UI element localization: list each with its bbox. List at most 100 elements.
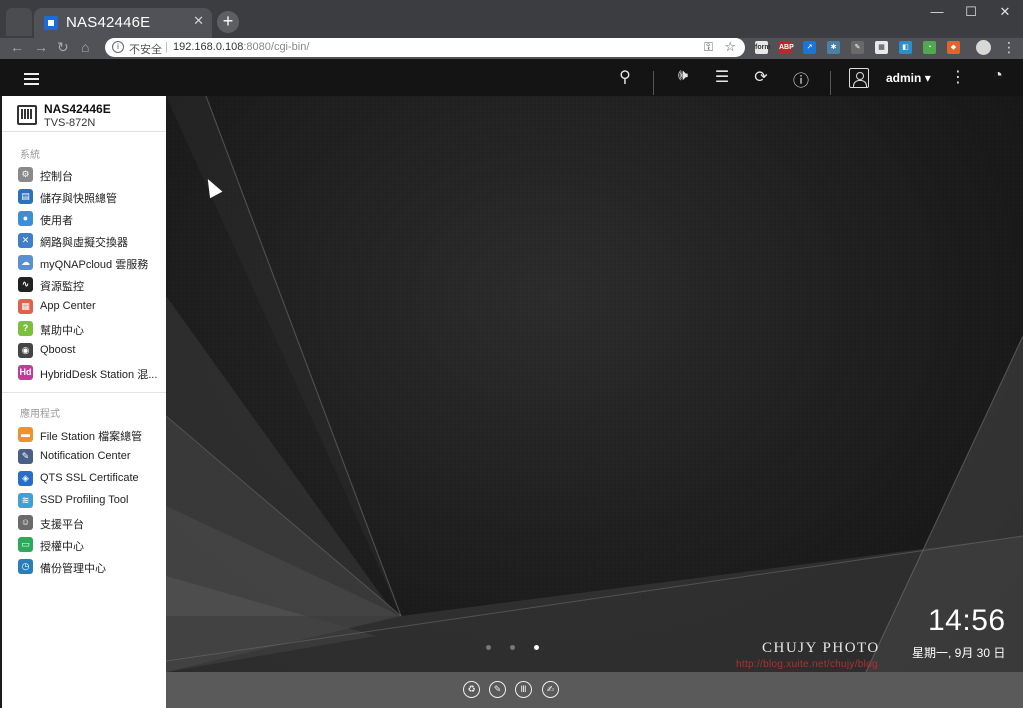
sidebar-item[interactable]: ✕ 網路與虛擬交換器 [18, 231, 164, 251]
help-icon: ? [18, 321, 33, 336]
nas-name: NAS42446E [44, 102, 111, 116]
page-dot[interactable] [510, 645, 515, 650]
sync-icon[interactable]: ⟳ [751, 67, 771, 87]
browser-tab[interactable]: NAS42446E ✕ [34, 8, 212, 38]
shield-ext-icon[interactable]: ◆ [947, 41, 960, 54]
address-bar[interactable]: i 不安全 | 192.168.0.108:8080/cgi-bin/ ⚿ ☆ [105, 38, 745, 57]
sidebar-item-label: SSD Profiling Tool [40, 494, 129, 506]
gear-icon: ⚙ [18, 167, 33, 182]
bug-ext-icon[interactable]: ✱ [827, 41, 840, 54]
sidebar-item-label: HybridDesk Station 混... [40, 369, 158, 381]
site-info-icon[interactable]: i [112, 41, 124, 53]
backup-icon: ◷ [18, 559, 33, 574]
sidebar-item[interactable]: ≋ SSD Profiling Tool [18, 491, 164, 511]
username: admin [886, 71, 922, 85]
nas-model: TVS-872N [44, 117, 96, 129]
license-icon: ▭ [18, 537, 33, 552]
topbar-divider [653, 71, 654, 95]
reload-icon[interactable]: ↻ [57, 39, 69, 56]
desktop-bottom-bar: ♻ ✎ Ⅲ ✍ [166, 672, 1023, 708]
sidebar-item[interactable]: ⚙ 控制台 [18, 165, 164, 185]
bookmark-star-icon[interactable]: ☆ [724, 39, 736, 55]
window-close-button[interactable]: ✕ [990, 4, 1020, 20]
info-icon[interactable]: ⓘ [791, 67, 811, 91]
dashboard-icon[interactable]: ◔ [988, 67, 1008, 85]
sidebar-item[interactable]: ? 幫助中心 [18, 319, 164, 339]
sidebar-item-label: 資源監控 [40, 281, 84, 293]
recycle-icon[interactable]: ♻ [463, 681, 480, 698]
sidebar-item[interactable]: ☁ myQNAPcloud 雲服務 [18, 253, 164, 273]
page-dot[interactable] [486, 645, 491, 650]
wrench-icon[interactable]: ✎ [489, 681, 506, 698]
back-arrow-icon[interactable]: ← [10, 39, 24, 55]
sidebar-item[interactable]: ▦ App Center [18, 297, 164, 317]
user-menu[interactable]: admin ▾ [886, 71, 931, 85]
sidebar-item-label: 授權中心 [40, 541, 84, 553]
new-tab-button[interactable]: + [217, 11, 239, 33]
adblock-ext-icon[interactable]: ABP [779, 41, 794, 54]
hamburger-line [24, 78, 39, 80]
browser-menu-icon[interactable]: ⋮ [1002, 39, 1016, 56]
notification-icon: ✎ [18, 449, 33, 464]
minimize-button[interactable]: — [922, 4, 952, 19]
main-menu-button[interactable] [14, 63, 50, 93]
form-ext-icon[interactable]: form [755, 41, 771, 54]
tasks-icon[interactable]: ☰ [712, 67, 732, 87]
pie-ext-icon[interactable]: ◔ [923, 41, 936, 54]
maximize-button[interactable]: ☐ [956, 4, 986, 20]
desktop-wallpaper [166, 96, 1023, 672]
browser-tab-title: NAS42446E [66, 14, 151, 31]
sidebar-item[interactable]: ✎ Notification Center [18, 447, 164, 467]
qts-desktop[interactable]: CHUJY PHOTO http://blog.xuite.net/chujy/… [166, 96, 1023, 672]
nas-device-icon [17, 105, 37, 125]
desktop-page-indicator [482, 645, 552, 653]
search-icon[interactable]: ⚲ [615, 67, 635, 87]
sidebar-item[interactable]: ▬ File Station 檔案總管 [18, 425, 164, 445]
topbar-divider [830, 71, 831, 95]
nas-header: NAS42446E TVS-872N [2, 96, 166, 132]
support-icon: ☺ [18, 515, 33, 530]
columns-icon[interactable]: Ⅲ [515, 681, 532, 698]
browser-toolbar: ← → ↻ ⌂ i 不安全 | 192.168.0.108:8080/cgi-b… [0, 38, 1023, 59]
sidebar-item[interactable]: ☺ 支援平台 [18, 513, 164, 533]
sidebar-item[interactable]: Hd HybridDesk Station 混... [18, 363, 164, 383]
main-menu-sidebar: NAS42446E TVS-872N 系統 ⚙ 控制台 ▤ 儲存與快照總管 ● 使用者 ✕ 網… [0, 96, 166, 708]
password-key-icon[interactable]: ⚿ [704, 40, 713, 55]
sidebar-item[interactable]: ▭ 授權中心 [18, 535, 164, 555]
network-icon: ✕ [18, 233, 33, 248]
home-icon[interactable]: ⌂ [81, 39, 89, 55]
url-text[interactable]: 192.168.0.108:8080/cgi-bin/ [173, 41, 309, 53]
sidebar-item-label: 儲存與快照總管 [40, 193, 117, 205]
sidebar-item[interactable]: ◷ 備份管理中心 [18, 557, 164, 577]
url-host: 192.168.0.108 [173, 41, 244, 53]
storage-icon: ▤ [18, 189, 33, 204]
edit-icon[interactable]: ✍ [542, 681, 559, 698]
sidebar-item[interactable]: ● 使用者 [18, 209, 164, 229]
browser-tab-group-chip[interactable] [6, 8, 32, 36]
ssd-icon: ≋ [18, 493, 33, 508]
profile-icon[interactable] [849, 68, 869, 88]
sidebar-item-label: QTS SSL Certificate [40, 472, 139, 484]
tab-close-icon[interactable]: ✕ [193, 13, 204, 29]
qr-ext-icon[interactable]: ▦ [875, 41, 888, 54]
volume-icon[interactable]: 🕪 [673, 67, 693, 85]
sidebar-item-label: 控制台 [40, 171, 73, 183]
browser-profile-avatar[interactable] [976, 40, 991, 55]
sidebar-item-label: 支援平台 [40, 519, 84, 531]
page-dot-active[interactable] [534, 645, 539, 650]
sidebar-item[interactable]: ◉ Qboost [18, 341, 164, 361]
hamburger-line [24, 83, 39, 85]
browser-tab-strip: NAS42446E ✕ + — ☐ ✕ [0, 0, 1023, 38]
tab-ext-icon[interactable]: ◧ [899, 41, 912, 54]
watermark-text: CHUJY PHOTO [762, 640, 880, 656]
sidebar-item[interactable]: ∿ 資源監控 [18, 275, 164, 295]
forward-arrow-icon[interactable]: → [34, 39, 48, 55]
hamburger-line [24, 73, 39, 75]
sidebar-item[interactable]: ▤ 儲存與快照總管 [18, 187, 164, 207]
share-ext-icon[interactable]: ↗ [803, 41, 816, 54]
qnap-favicon-icon [44, 16, 58, 30]
sidebar-item[interactable]: ◈ QTS SSL Certificate [18, 469, 164, 489]
sidebar-item-label: 網路與虛擬交換器 [40, 237, 128, 249]
pin-ext-icon[interactable]: ✎ [851, 41, 864, 54]
more-icon[interactable]: ⋮ [948, 67, 968, 87]
